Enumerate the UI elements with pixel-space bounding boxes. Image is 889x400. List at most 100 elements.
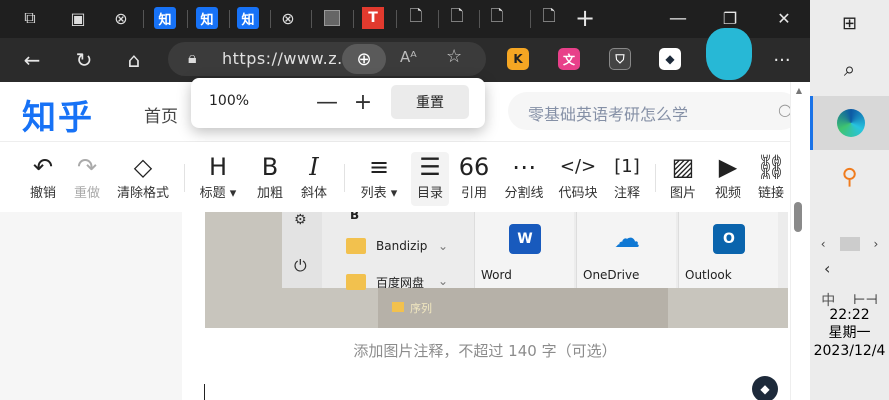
nav-home-link[interactable]: 首页 — [144, 102, 178, 127]
divider-button[interactable]: ⋯ 分割线 — [503, 152, 545, 206]
lock-icon[interactable]: 🔒︎ — [188, 48, 197, 68]
quote-button[interactable]: 66 引用 — [458, 152, 490, 206]
divider-icon: ⋯ — [512, 153, 536, 181]
scroller-thumb[interactable] — [839, 237, 860, 251]
page-scrollbar[interactable]: ▲ — [790, 82, 806, 400]
code-icon: </> — [559, 156, 597, 177]
scrollbar-thumb[interactable] — [794, 202, 802, 232]
taskbar-clock[interactable]: 22:22 星期一 2023/12/4 — [810, 306, 889, 360]
windows-start-icon[interactable]: ⊞ — [810, 10, 889, 36]
tab-divider — [479, 10, 480, 28]
edge-icon — [837, 109, 865, 137]
address-bar[interactable]: 🔒︎ https://www.z... ⊕ Aᴬ ☆ — [168, 42, 486, 76]
chevron-right-icon[interactable]: › — [874, 237, 879, 251]
back-icon[interactable]: ← — [18, 46, 46, 74]
extension-translate-icon[interactable]: 文 — [558, 48, 580, 70]
toolbar-divider — [184, 164, 185, 192]
start-menu-sidebar: ⚙ ⏻ — [282, 212, 322, 288]
zhihu-tab-icon[interactable]: 知 — [237, 7, 259, 29]
clock-time: 22:22 — [829, 307, 870, 323]
toc-button[interactable]: ☰ 目录 — [411, 152, 449, 206]
page-icon[interactable]: 🗋 — [405, 6, 427, 29]
blocked-page-icon[interactable]: ⊗ — [110, 7, 132, 29]
video-button[interactable]: ▶ 视频 — [713, 152, 743, 206]
folder-label: 序列 — [410, 302, 432, 315]
url-text[interactable]: https://www.z... — [222, 49, 354, 68]
italic-button[interactable]: I 斜体 — [299, 152, 329, 206]
tab-divider — [270, 10, 271, 28]
word-icon: W — [509, 224, 541, 254]
page-icon[interactable]: 🗋 — [538, 6, 560, 29]
editor-toolbar: ↶ 撤销 ↷ 重做 ◇ 清除格式 H 标题 ▾ B 加粗 I 斜体 ≡ 列表 ▾ — [0, 142, 790, 212]
tab-divider — [438, 10, 439, 28]
browser-tab-bar: ⧉ ▣ ⊗ 知 知 知 ⊗ T 🗋 🗋 🗋 🗋 + — ❐ ✕ — [0, 0, 810, 38]
read-aloud-icon[interactable]: Aᴬ — [400, 48, 417, 66]
outlook-icon: O — [713, 224, 745, 254]
chevron-left-icon[interactable]: ‹ — [821, 237, 826, 251]
italic-icon: I — [309, 153, 319, 181]
search-icon[interactable]: ⌕ — [810, 56, 889, 82]
taskbar-scroller[interactable]: ‹ › — [810, 236, 889, 252]
favorite-star-icon[interactable]: ☆ — [446, 46, 462, 67]
tab-divider — [396, 10, 397, 28]
image-thumbnail-icon[interactable] — [321, 7, 343, 29]
footnote-button[interactable]: [1] 注释 — [612, 152, 642, 206]
edge-app-icon[interactable] — [810, 96, 889, 150]
new-tab-button[interactable]: + — [571, 4, 599, 32]
magnifier-app-icon[interactable]: ⚲ — [810, 160, 889, 194]
extension-d-icon[interactable]: ◆ — [659, 48, 681, 70]
minimize-button[interactable]: — — [664, 6, 692, 30]
page-icon[interactable]: 🗋 — [486, 6, 508, 29]
show-hidden-icons[interactable]: ‹ — [810, 258, 889, 278]
letter-header: B — [350, 212, 360, 222]
zhihu-tab-icon[interactable]: 知 — [154, 7, 176, 29]
embedded-screenshot-image[interactable]: ⚙ ⏻ B Bandizip ⌄ 百度网盘 ⌄ W Word ☁ OneDriv… — [205, 212, 788, 328]
zoom-icon[interactable]: ⊕ — [342, 44, 386, 74]
list-button[interactable]: ≡ 列表 ▾ — [356, 152, 402, 206]
tab-divider — [143, 10, 144, 28]
shield-extension-icon[interactable]: ⛉ — [609, 48, 631, 70]
redo-button[interactable]: ↷ 重做 — [72, 152, 102, 206]
blocked-page-icon[interactable]: ⊗ — [277, 7, 299, 29]
heading-button[interactable]: H 标题 ▾ — [194, 152, 242, 206]
home-icon[interactable]: ⌂ — [120, 46, 148, 74]
list-icon: ≡ — [368, 153, 390, 181]
extension-k-icon[interactable]: K — [507, 48, 529, 70]
zoom-in-button[interactable]: + — [349, 88, 377, 116]
scroll-up-icon[interactable]: ▲ — [793, 86, 805, 98]
collections-icon[interactable]: ⧉ — [19, 7, 41, 29]
close-button[interactable]: ✕ — [770, 6, 798, 30]
address-bar-row: ← ↻ ⌂ 🔒︎ https://www.z... ⊕ Aᴬ ☆ K 文 ⛉ ◆… — [0, 28, 810, 82]
cat-avatar-icon[interactable] — [706, 28, 752, 80]
image-caption-input[interactable]: 添加图片注释，不超过 140 字（可选） — [182, 340, 788, 361]
zhihu-tab-icon[interactable]: 知 — [196, 7, 218, 29]
clear-format-button[interactable]: ◇ 清除格式 — [115, 152, 171, 206]
code-block-button[interactable]: </> 代码块 — [557, 152, 599, 206]
bold-button[interactable]: B 加粗 — [256, 152, 284, 206]
refresh-icon[interactable]: ↻ — [70, 46, 98, 74]
tab-divider — [229, 10, 230, 28]
tab-divider — [311, 10, 312, 28]
tab-actions-icon[interactable]: ▣ — [67, 7, 89, 29]
zoom-reset-button[interactable]: 重置 — [391, 85, 469, 119]
folder-label: Bandizip — [376, 239, 428, 253]
tile-label: Outlook — [685, 268, 732, 282]
editor-content[interactable]: ⚙ ⏻ B Bandizip ⌄ 百度网盘 ⌄ W Word ☁ OneDriv… — [182, 212, 790, 400]
link-button[interactable]: ⛓ 链接 — [756, 152, 786, 206]
image-button[interactable]: ▨ 图片 — [668, 152, 698, 206]
floating-assistant-icon[interactable]: ◆ — [752, 376, 778, 400]
page-icon[interactable]: 🗋 — [446, 6, 468, 29]
search-input[interactable]: 零基础英语考研怎么学 ○ — [508, 92, 800, 130]
more-menu-icon[interactable]: ··· — [768, 46, 796, 74]
screenshot-lower-strip: 序列 — [378, 288, 668, 328]
quote-icon: 66 — [458, 153, 490, 181]
zoom-out-button[interactable]: — — [313, 88, 341, 116]
bold-icon: B — [261, 153, 279, 181]
gear-icon: ⚙ — [294, 212, 307, 228]
restore-button[interactable]: ❐ — [716, 6, 744, 30]
zhihu-logo[interactable]: 知乎 — [22, 90, 94, 139]
tab-divider — [353, 10, 354, 28]
toutiao-tab-icon[interactable]: T — [362, 7, 384, 29]
image-icon: ▨ — [671, 153, 695, 181]
undo-button[interactable]: ↶ 撤销 — [28, 152, 58, 206]
